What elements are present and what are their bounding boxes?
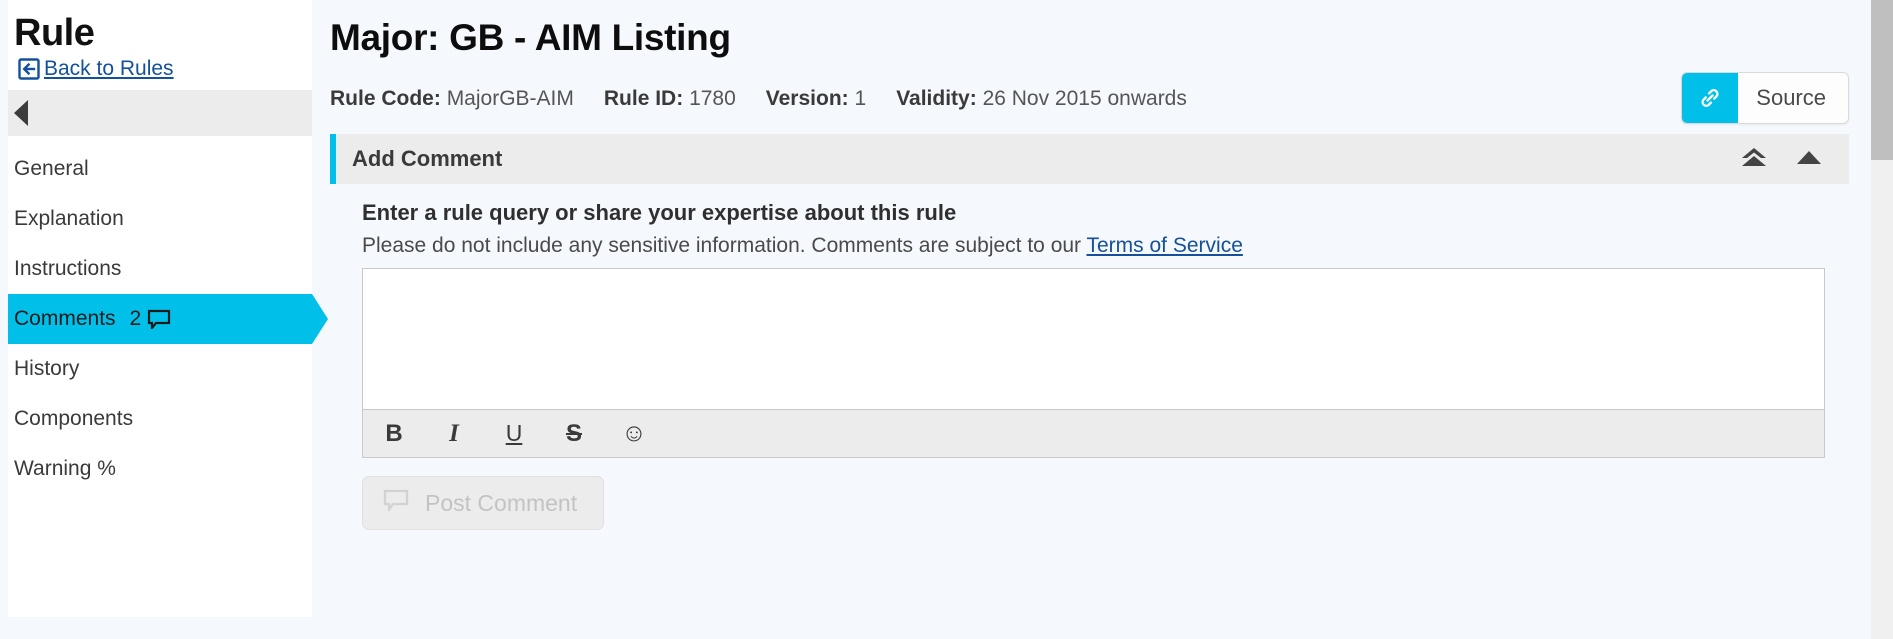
sidebar-collapse-bar[interactable]	[0, 89, 312, 136]
sidebar-item-label: General	[14, 156, 89, 180]
comment-bubble-icon	[147, 309, 171, 332]
sidebar: Rule Back to Rules General Explanation I…	[0, 0, 328, 617]
underline-button[interactable]: U	[497, 417, 531, 451]
app-window: Rule Back to Rules General Explanation I…	[0, 0, 1893, 639]
comment-editor-toolbar: B I U S ☺	[363, 409, 1824, 458]
comment-field-help: Please do not include any sensitive info…	[362, 234, 1825, 258]
sidebar-item-label: Warning %	[14, 456, 116, 480]
meta-validity: Validity: 26 Nov 2015 onwards	[896, 87, 1187, 111]
vertical-scrollbar[interactable]	[1871, 0, 1893, 639]
sidebar-header: Rule Back to Rules	[0, 0, 312, 90]
italic-button[interactable]: I	[437, 417, 471, 451]
add-comment-panel: Add Comment Enter a rule query or share …	[330, 134, 1849, 551]
add-comment-panel-body: Enter a rule query or share your experti…	[330, 184, 1849, 551]
meta-rule-code: Rule Code: MajorGB-AIM	[330, 87, 574, 111]
rule-metadata-row: Rule Code: MajorGB-AIM Rule ID: 1780 Ver…	[330, 72, 1871, 125]
sidebar-item-warning-percent[interactable]: Warning %	[0, 444, 312, 494]
comments-count-badge: 2	[129, 306, 142, 330]
sidebar-item-history[interactable]: History	[0, 344, 312, 394]
source-button[interactable]: Source	[1681, 72, 1849, 125]
post-comment-row: Post Comment	[362, 476, 1825, 550]
sidebar-item-label: Explanation	[14, 206, 124, 230]
sidebar-item-explanation[interactable]: Explanation	[0, 194, 312, 244]
terms-of-service-link[interactable]: Terms of Service	[1087, 234, 1243, 257]
bold-button[interactable]: B	[377, 417, 411, 451]
meta-validity-label: Validity:	[896, 87, 977, 111]
comment-textarea[interactable]	[363, 269, 1824, 410]
meta-rule-id-label: Rule ID:	[603, 87, 684, 111]
page-title: Major: GB - AIM Listing	[330, 17, 731, 58]
sidebar-title: Rule	[14, 12, 95, 54]
collapse-left-caret-icon[interactable]	[14, 99, 28, 126]
sidebar-item-label: History	[14, 356, 80, 380]
add-comment-panel-header: Add Comment	[330, 134, 1849, 185]
post-comment-label: Post Comment	[425, 489, 578, 516]
meta-version: Version: 1	[766, 87, 866, 111]
double-chevron-up-icon[interactable]	[1739, 146, 1769, 173]
link-icon	[1682, 73, 1739, 124]
sidebar-nav: General Explanation Instructions Comment…	[0, 135, 328, 617]
sidebar-item-label: Comments	[14, 306, 116, 330]
comment-editor: B I U S ☺	[362, 268, 1825, 459]
vertical-scrollbar-thumb[interactable]	[1871, 0, 1893, 160]
comment-bubble-icon	[383, 489, 409, 517]
meta-validity-value: 26 Nov 2015 onwards	[982, 87, 1187, 111]
back-to-rules-label[interactable]: Back to Rules	[44, 58, 174, 79]
sidebar-item-label: Components	[14, 406, 134, 430]
sidebar-item-comments[interactable]: Comments 2	[0, 293, 328, 344]
post-comment-button[interactable]: Post Comment	[362, 476, 605, 531]
back-to-rules-link[interactable]: Back to Rules	[14, 58, 312, 80]
meta-rule-id-value: 1780	[689, 87, 736, 111]
meta-rule-code-value: MajorGB-AIM	[446, 87, 574, 111]
sidebar-item-general[interactable]: General	[0, 144, 312, 194]
meta-version-label: Version:	[765, 87, 849, 111]
back-arrow-icon	[18, 58, 40, 80]
meta-version-value: 1	[854, 87, 867, 111]
sidebar-item-instructions[interactable]: Instructions	[0, 244, 312, 294]
main-inner: Major: GB - AIM Listing Rule Code: Major…	[312, 0, 1893, 551]
triangle-up-icon[interactable]	[1795, 148, 1823, 171]
panel-header-actions	[1739, 146, 1849, 173]
sidebar-item-label: Instructions	[14, 256, 122, 280]
main-content: Major: GB - AIM Listing Rule Code: Major…	[312, 0, 1893, 639]
comment-field-label: Enter a rule query or share your experti…	[362, 200, 957, 226]
source-button-label: Source	[1756, 85, 1826, 111]
meta-rule-code-label: Rule Code:	[330, 87, 441, 111]
meta-rule-id: Rule ID: 1780	[604, 87, 736, 111]
emoji-button[interactable]: ☺	[617, 417, 651, 451]
strikethrough-button[interactable]: S	[557, 417, 591, 451]
comment-field-help-text: Please do not include any sensitive info…	[362, 234, 1087, 258]
sidebar-item-components[interactable]: Components	[0, 394, 312, 444]
add-comment-title: Add Comment	[352, 146, 503, 172]
page-left-gutter	[0, 0, 8, 639]
